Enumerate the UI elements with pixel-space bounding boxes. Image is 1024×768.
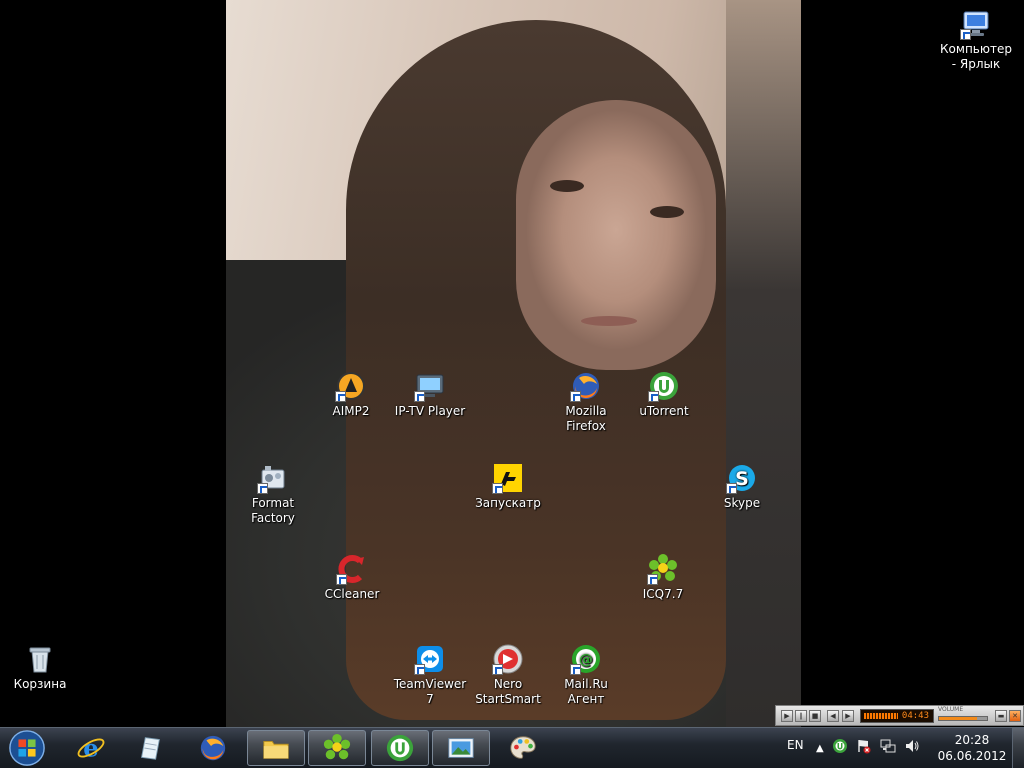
desktop-icon-label: uTorrent bbox=[639, 404, 689, 418]
aimp-mini-player[interactable]: ▶ ∥ ■ ◀ ▶ 04:43 VOLUME ▬ ✕ bbox=[775, 705, 1024, 726]
desktop-icon-label: Mail.Ru Агент bbox=[564, 677, 608, 706]
taskbar-utorrent[interactable] bbox=[371, 730, 429, 766]
stop-button[interactable]: ■ bbox=[809, 710, 821, 722]
player-display: 04:43 bbox=[860, 709, 934, 723]
desktop-icon-utorrent[interactable]: uTorrent bbox=[625, 370, 703, 419]
desktop-icon-ccleaner[interactable]: CCleaner bbox=[313, 553, 391, 602]
desktop-icon-skype[interactable]: S Skype bbox=[703, 462, 781, 511]
firefox-icon bbox=[570, 370, 602, 402]
tray-volume-icon[interactable] bbox=[904, 738, 920, 758]
svg-text:@: @ bbox=[579, 652, 593, 668]
desktop: Компьютер - Ярлык AIMP2 IP-TV Player Moz… bbox=[0, 0, 1024, 727]
taskbar-photo-viewer[interactable] bbox=[432, 730, 490, 766]
tray-action-center-icon[interactable] bbox=[856, 738, 872, 758]
taskbar-firefox[interactable] bbox=[184, 730, 242, 766]
svg-text:e: e bbox=[83, 733, 99, 762]
recycle-bin-icon bbox=[24, 643, 56, 675]
wallpaper-photo bbox=[226, 0, 801, 727]
previous-button[interactable]: ◀ bbox=[827, 710, 839, 722]
desktop-icon-mailru[interactable]: @ Mail.Ru Агент bbox=[547, 643, 625, 707]
taskbar-explorer[interactable] bbox=[247, 730, 305, 766]
icq-flower-icon bbox=[647, 553, 679, 585]
internet-explorer-icon: e bbox=[77, 733, 105, 762]
tray-network-icon[interactable] bbox=[880, 738, 896, 758]
desktop-icon-label: Mozilla Firefox bbox=[565, 404, 607, 433]
play-button[interactable]: ▶ bbox=[781, 710, 793, 722]
aimp-icon bbox=[335, 370, 367, 402]
taskbar-paint[interactable] bbox=[494, 730, 552, 766]
clock-date: 06.06.2012 bbox=[937, 749, 1007, 763]
mailru-agent-icon: @ bbox=[570, 643, 602, 675]
desktop-icon-label: IP-TV Player bbox=[394, 404, 466, 418]
start-button[interactable] bbox=[4, 729, 50, 767]
volume-fill bbox=[939, 717, 978, 720]
taskbar-internet-explorer[interactable]: e bbox=[62, 730, 120, 766]
desktop-icon-iptv[interactable]: IP-TV Player bbox=[391, 370, 469, 419]
desktop-icon-aimp2[interactable]: AIMP2 bbox=[312, 370, 390, 419]
desktop-icon-label: TeamViewer 7 bbox=[393, 677, 467, 706]
minimize-player-button[interactable]: ▬ bbox=[995, 710, 1007, 722]
desktop-icon-nero[interactable]: Nero StartSmart bbox=[469, 643, 547, 707]
teamviewer-icon bbox=[414, 643, 446, 675]
skype-icon: S bbox=[726, 462, 758, 494]
show-hidden-icons-button[interactable]: ▲ bbox=[816, 743, 824, 754]
clock[interactable]: 20:28 06.06.2012 bbox=[934, 732, 1010, 764]
desktop-icon-format-factory[interactable]: Format Factory bbox=[234, 462, 312, 526]
tray-utorrent-icon[interactable] bbox=[832, 738, 848, 758]
desktop-icon-launcher[interactable]: Запускатр bbox=[469, 462, 547, 511]
desktop-icon-firefox[interactable]: Mozilla Firefox bbox=[547, 370, 625, 434]
windows-orb-icon bbox=[9, 730, 45, 766]
ccleaner-icon bbox=[336, 553, 368, 585]
svg-text:S: S bbox=[735, 468, 749, 490]
tv-icon bbox=[414, 370, 446, 402]
language-indicator[interactable]: EN bbox=[787, 738, 804, 752]
pause-button[interactable]: ∥ bbox=[795, 710, 807, 722]
taskbar: e EN ▲ 20:28 06.06.2012 bbox=[0, 727, 1024, 768]
desktop-icon-label: Корзина bbox=[13, 677, 67, 691]
playback-time: 04:43 bbox=[901, 711, 929, 721]
desktop-icon-label: Компьютер - Ярлык bbox=[940, 42, 1012, 71]
spectrum-visualizer bbox=[864, 713, 898, 719]
notepad-icon bbox=[141, 737, 160, 760]
launcher-icon bbox=[492, 462, 524, 494]
paint-palette-icon bbox=[510, 736, 536, 759]
clock-time: 20:28 bbox=[954, 733, 990, 747]
show-desktop-button[interactable] bbox=[1012, 728, 1024, 768]
desktop-icon-label: AIMP2 bbox=[332, 404, 370, 418]
desktop-icon-label: ICQ7.7 bbox=[642, 587, 684, 601]
desktop-icon-label: Skype bbox=[723, 496, 761, 510]
close-player-button[interactable]: ✕ bbox=[1009, 710, 1021, 722]
taskbar-icq[interactable] bbox=[308, 730, 366, 766]
desktop-icon-computer[interactable]: Компьютер - Ярлык bbox=[937, 8, 1015, 72]
firefox-icon bbox=[200, 735, 226, 761]
utorrent-icon bbox=[386, 734, 414, 762]
desktop-icon-icq[interactable]: ICQ7.7 bbox=[624, 553, 702, 602]
desktop-icon-teamviewer[interactable]: TeamViewer 7 bbox=[391, 643, 469, 707]
next-button[interactable]: ▶ bbox=[842, 710, 854, 722]
nero-icon bbox=[492, 643, 524, 675]
folder-icon bbox=[263, 740, 289, 759]
taskbar-notepad[interactable] bbox=[121, 730, 179, 766]
system-tray: ▲ bbox=[816, 737, 920, 759]
photo-viewer-icon bbox=[448, 738, 474, 758]
desktop-icon-label: Запускатр bbox=[475, 496, 541, 510]
computer-icon bbox=[960, 8, 992, 40]
volume-slider[interactable] bbox=[938, 716, 988, 721]
format-factory-icon bbox=[257, 462, 289, 494]
volume-label: VOLUME bbox=[938, 706, 964, 713]
utorrent-icon bbox=[648, 370, 680, 402]
desktop-icon-label: Format Factory bbox=[251, 496, 295, 525]
desktop-icon-label: Nero StartSmart bbox=[475, 677, 541, 706]
icq-flower-icon bbox=[323, 733, 351, 760]
desktop-icon-recycle-bin[interactable]: Корзина bbox=[1, 643, 79, 692]
desktop-icon-label: CCleaner bbox=[324, 587, 380, 601]
